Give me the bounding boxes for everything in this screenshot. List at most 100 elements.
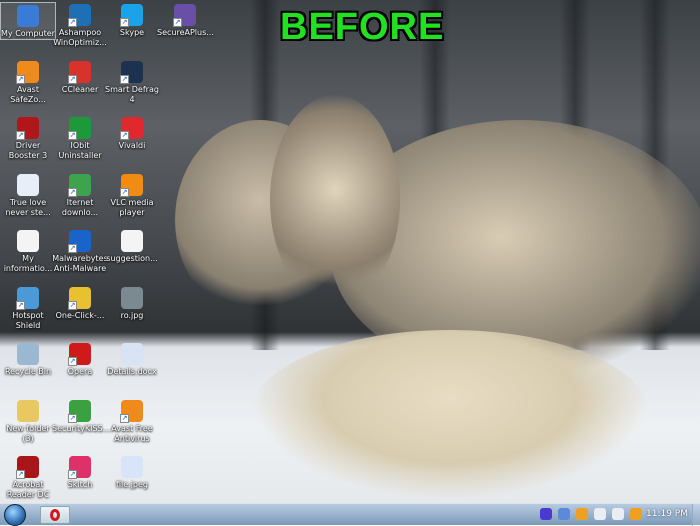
app-icon: ↗ — [120, 173, 143, 197]
app-icon: ↗ — [16, 456, 39, 479]
desktop-icon-true-love-never-ste[interactable]: True love never ste... — [0, 172, 56, 218]
desktop-icon-vlc-media-player[interactable]: ↗ VLC media player — [104, 172, 160, 218]
app-icon: ↗ — [16, 286, 39, 310]
taskbar: 11:19 PM — [0, 503, 700, 526]
app-icon — [121, 230, 143, 252]
app-icon: ↗ — [68, 286, 91, 310]
desktop-icon-ccleaner[interactable]: ↗ CCleaner — [52, 59, 108, 95]
desktop-icon-one-click[interactable]: ↗ One-Click-... — [52, 285, 108, 321]
app-icon — [121, 286, 143, 309]
shortcut-arrow-icon: ↗ — [120, 187, 129, 197]
shortcut-arrow-icon: ↗ — [120, 413, 129, 423]
desktop-icon-avast-safezo[interactable]: ↗ Avast SafeZo... — [0, 59, 56, 105]
app-icon: ↗ — [120, 399, 143, 423]
icon-label: CCleaner — [61, 84, 99, 94]
icon-label: Malwarebytes Anti-Malware — [52, 254, 108, 273]
icon-label: Details.docx — [107, 367, 157, 376]
app-icon — [17, 343, 39, 365]
app-icon: ↗ — [16, 117, 39, 140]
desktop-icon-skype[interactable]: ↗ Skype — [104, 2, 160, 38]
icon-label: Recycle Bin — [4, 367, 52, 376]
desktop-icon-file-jpeg[interactable]: file.jpeg — [104, 454, 160, 490]
shortcut-arrow-icon: ↗ — [68, 300, 77, 310]
icon-label: Avast Free Antivirus — [111, 423, 153, 443]
app-icon: ↗ — [68, 117, 91, 140]
icon-label: True love never ste... — [5, 197, 51, 217]
clock[interactable]: 11:19 PM — [646, 509, 688, 519]
app-icon — [17, 399, 39, 422]
desktop-icon-driver-booster-3[interactable]: ↗ Driver Booster 3 — [0, 115, 56, 161]
app-icon: ↗ — [16, 60, 39, 84]
display-tray-icon[interactable] — [612, 508, 624, 520]
app-icon — [121, 343, 143, 365]
shortcut-arrow-icon: ↗ — [16, 74, 25, 84]
icon-label: Hotspot Shield — [12, 310, 44, 330]
desktop-icon-my-computer[interactable]: My Computer — [0, 2, 56, 40]
desktop: BEFORE My Computer ↗ Ashampoo WinOptimiz..… — [0, 0, 700, 503]
shortcut-arrow-icon: ↗ — [173, 18, 182, 27]
desktop-icon-my-informatio[interactable]: My informatio... — [0, 228, 56, 274]
wolf-legs — [250, 330, 650, 500]
icon-label: My Computer — [1, 29, 55, 38]
start-button[interactable] — [4, 504, 26, 526]
shortcut-arrow-icon: ↗ — [68, 187, 77, 197]
desktop-icon-recycle-bin[interactable]: Recycle Bin — [0, 341, 56, 377]
desktop-icon-smart-defrag-4[interactable]: ↗ Smart Defrag 4 — [104, 59, 160, 105]
app-icon: ↗ — [68, 173, 91, 197]
icon-label: My informatio... — [3, 254, 53, 273]
opera-icon — [50, 509, 60, 521]
desktop-icon-ashampoo-winoptimiz[interactable]: ↗ Ashampoo WinOptimiz... — [52, 2, 108, 48]
app-icon: ↗ — [68, 4, 91, 27]
desktop-icon-secureaplus[interactable]: ↗ SecureAPlus... — [157, 2, 214, 38]
shortcut-arrow-icon: ↗ — [16, 300, 25, 310]
desktop-icon-iobit-uninstaller[interactable]: ↗ IObit Uninstaller — [52, 115, 108, 161]
desktop-icon-vivaldi[interactable]: ↗ Vivaldi — [104, 115, 160, 151]
icon-label: One-Click-... — [55, 310, 105, 320]
desktop-icon-securitykiss[interactable]: ↗ SecurityKISS... — [52, 398, 110, 434]
taskbar-opera-button[interactable] — [40, 506, 70, 524]
icon-label: IObit Uninstaller — [58, 141, 102, 160]
app-icon — [121, 456, 143, 478]
app-icon: ↗ — [173, 4, 196, 27]
icon-label: Ashampoo WinOptimiz... — [53, 28, 107, 47]
app-icon: ↗ — [68, 230, 91, 253]
desktop-icon-malwarebytes-anti-malware[interactable]: ↗ Malwarebytes Anti-Malware — [52, 228, 108, 274]
icon-label: Skype — [119, 28, 145, 37]
app-icon: ↗ — [68, 343, 91, 366]
shortcut-arrow-icon: ↗ — [68, 357, 77, 366]
icon-label: New folder (3) — [6, 423, 50, 443]
shortcut-arrow-icon: ↗ — [68, 470, 77, 479]
shortcut-arrow-icon: ↗ — [120, 74, 129, 84]
show-desktop-button[interactable] — [692, 504, 700, 526]
desktop-icon-acrobat-reader-dc[interactable]: ↗ Acrobat Reader DC — [0, 454, 56, 500]
app-icon: ↗ — [120, 60, 143, 84]
app-icon: ↗ — [68, 399, 91, 423]
desktop-icon-iternet-downlo[interactable]: ↗ Iternet downlo... — [52, 172, 108, 218]
app-icon — [17, 173, 39, 196]
volume-tray-icon[interactable] — [594, 508, 606, 520]
icon-label: Driver Booster 3 — [8, 141, 48, 160]
desktop-icon-opera[interactable]: ↗ Opera — [52, 341, 108, 377]
desktop-icon-avast-free-antivirus[interactable]: ↗ Avast Free Antivirus — [104, 398, 160, 444]
app3-tray-icon[interactable] — [630, 508, 642, 520]
app2-tray-icon[interactable] — [576, 508, 588, 520]
desktop-icon-skitch[interactable]: ↗ Skitch — [52, 454, 108, 490]
icon-label: suggestion... — [106, 254, 158, 263]
app-tray-icon[interactable] — [558, 508, 570, 520]
desktop-icon-hotspot-shield[interactable]: ↗ Hotspot Shield — [0, 285, 56, 331]
icon-label: Opera — [67, 367, 93, 376]
shortcut-arrow-icon: ↗ — [120, 18, 129, 27]
desktop-icon-ro-jpg[interactable]: ro.jpg — [104, 285, 160, 321]
shortcut-arrow-icon: ↗ — [68, 18, 77, 27]
shortcut-arrow-icon: ↗ — [68, 244, 77, 253]
icon-label: VLC media player — [110, 197, 154, 217]
system-tray — [540, 508, 642, 520]
icon-label: SecureAPlus... — [157, 28, 214, 37]
desktop-icon-suggestion[interactable]: suggestion... — [104, 228, 160, 264]
shortcut-arrow-icon: ↗ — [16, 470, 25, 479]
icon-label: Avast SafeZo... — [10, 84, 46, 104]
shortcut-arrow-icon: ↗ — [16, 131, 25, 140]
network-app-tray-icon[interactable] — [540, 508, 552, 520]
desktop-icon-details-docx[interactable]: Details.docx — [104, 341, 160, 377]
desktop-icon-new-folder-3[interactable]: New folder (3) — [0, 398, 56, 444]
